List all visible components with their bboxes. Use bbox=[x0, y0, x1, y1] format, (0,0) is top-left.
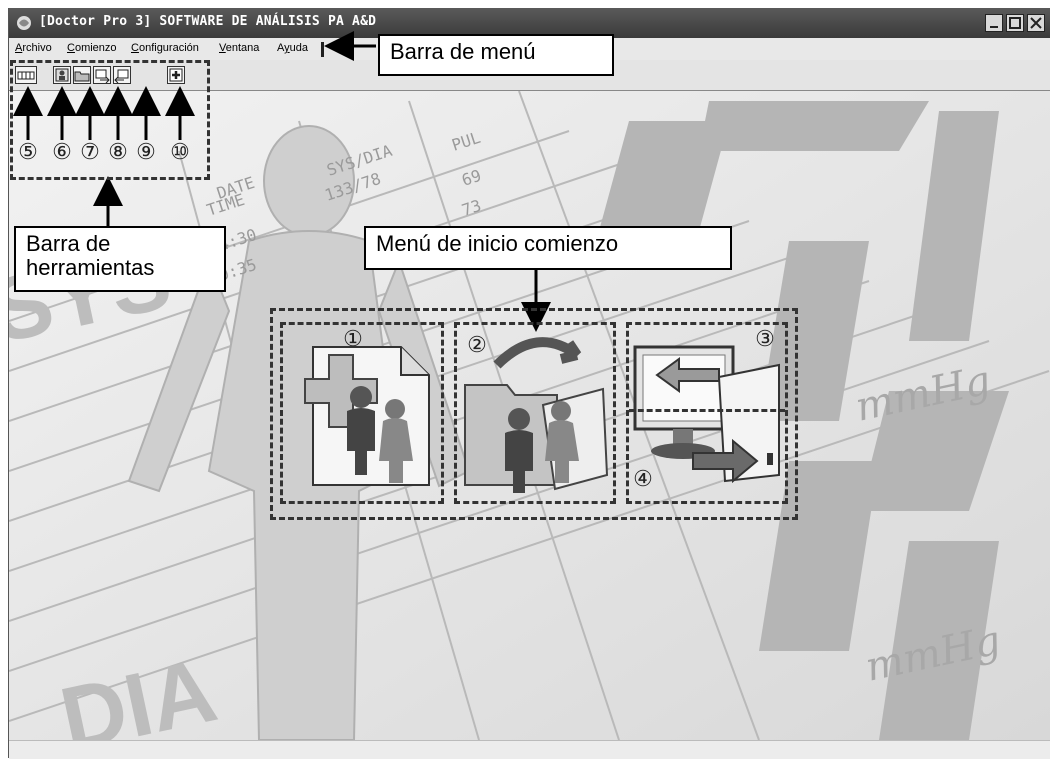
toolbar-number-8: ⑧ bbox=[108, 140, 128, 165]
toolbar-number-7: ⑦ bbox=[80, 140, 100, 165]
tile-number-1: ① bbox=[343, 327, 363, 352]
device-transfer-tile: ③ ④ bbox=[626, 322, 788, 504]
tile-number-2: ② bbox=[467, 333, 487, 358]
toolbar-callout: Barra de herramientas bbox=[14, 226, 226, 292]
toolbar-callout-line1: Barra de bbox=[26, 231, 111, 256]
toolbar-callout-line2: herramientas bbox=[26, 255, 155, 280]
new-patient-tile[interactable]: ① bbox=[280, 322, 444, 504]
toolbar-number-9: ⑨ bbox=[136, 140, 156, 165]
toolbar-number-10: ⑩ bbox=[170, 140, 190, 165]
toolbar-number-5: ⑤ bbox=[18, 140, 38, 165]
open-patient-tile[interactable]: ② bbox=[454, 322, 616, 504]
tile-divider bbox=[629, 409, 785, 412]
tile-number-4: ④ bbox=[633, 467, 653, 492]
start-menu-callout-text: Menú de inicio comienzo bbox=[376, 231, 619, 256]
start-menu-callout: Menú de inicio comienzo bbox=[364, 226, 732, 270]
menubar-callout-text: Barra de menú bbox=[390, 39, 536, 64]
toolbar-number-6: ⑥ bbox=[52, 140, 72, 165]
menubar-callout: Barra de menú bbox=[378, 34, 614, 76]
tile-number-3: ③ bbox=[755, 327, 775, 352]
transfer-from-device-button[interactable]: ③ bbox=[629, 325, 785, 409]
transfer-to-device-button[interactable]: ④ bbox=[629, 417, 785, 501]
